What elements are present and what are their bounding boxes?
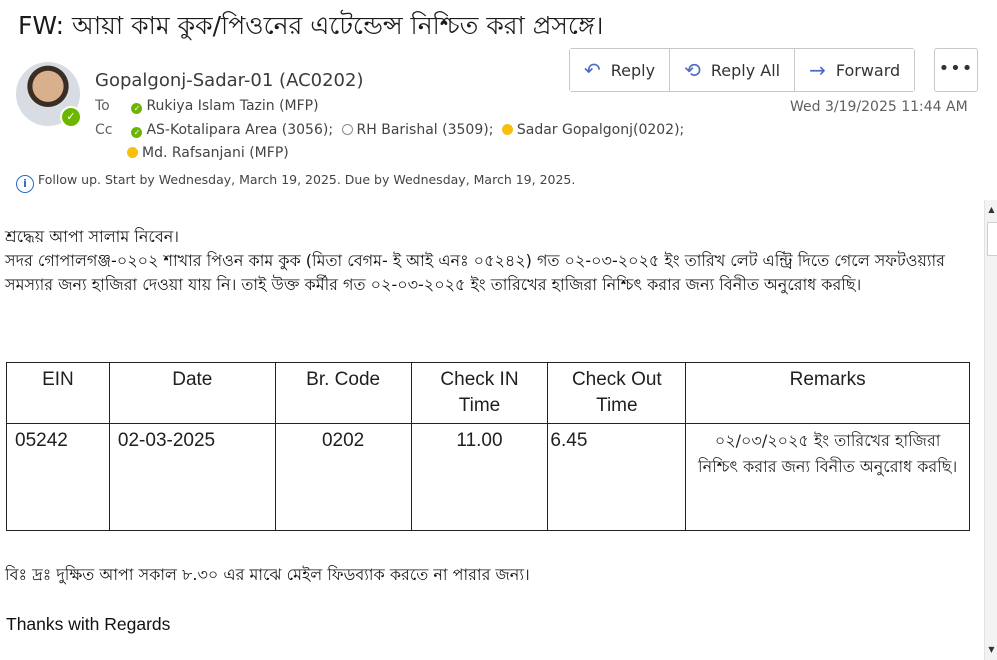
recipient-cc[interactable]: Md. Rafsanjani (MFP) [142,145,289,161]
closing: Thanks with Regards [6,614,171,634]
sender-name[interactable]: Gopalgonj-Sadar-01 (AC0202) [95,70,363,91]
cc-line-2: Md. Rafsanjani (MFP) [127,145,289,161]
reply-all-button[interactable]: ⟲ Reply All [670,49,796,91]
presence-available-icon: ✓ [131,103,143,114]
greeting: শ্রদ্ধেয় আপা সালাম নিবেন। [5,227,180,246]
reply-arrow-icon: ↶ [584,58,601,82]
header-remarks: Remarks [685,362,970,424]
cell-check-out: 6.45 [547,423,687,531]
vertical-scrollbar[interactable]: ▲ ▼ [984,200,997,660]
more-actions-button[interactable]: ••• [934,48,978,92]
header-date: Date [108,362,276,424]
message-body: শ্রদ্ধেয় আপা সালাম নিবেন। সদর গোপালগঞ্জ… [5,225,970,297]
table-header-row: EIN Date Br. Code Check IN Time Check Ou… [6,362,970,424]
cell-check-in: 11.00 [410,423,549,531]
presence-available-icon: ✓ [60,106,82,128]
presence-available-icon: ✓ [131,127,143,138]
followup-banner[interactable]: i Follow up. Start by Wednesday, March 19… [16,172,575,193]
header-ein: EIN [6,362,110,424]
postscript: বিঃ দ্রঃ দুক্ষিত আপা সকাল ৮.৩০ এর মাঝে ম… [5,565,530,584]
reply-all-label: Reply All [710,60,781,80]
recipient-cc[interactable]: RH Barishal (3509); [357,122,494,138]
recipient-to[interactable]: Rukiya Islam Tazin (MFP) [146,98,318,114]
email-subject: FW: আয়া কাম কুক/পিওনের এটেন্ডেন্স নিশ্চ… [18,11,604,40]
action-toolbar: ↶ Reply ⟲ Reply All → Forward [569,48,916,92]
info-icon: i [16,175,34,193]
followup-text: Follow up. Start by Wednesday, March 19,… [38,172,576,187]
cc-line: Cc ✓ AS-Kotalipara Area (3056); RH Barish… [95,122,684,138]
recipient-cc[interactable]: Sadar Gopalgonj(0202); [517,122,684,138]
forward-arrow-icon: → [809,58,826,82]
header-br-code: Br. Code [274,362,412,424]
presence-away-icon [501,124,513,135]
to-label: To [95,98,110,114]
to-line: To ✓ Rukiya Islam Tazin (MFP) [95,98,319,114]
cell-remarks: ০২/০৩/২০২৫ ইং তারিখের হাজিরা নিশ্চিৎ করা… [685,423,970,531]
reply-button[interactable]: ↶ Reply [570,49,671,91]
cc-label: Cc [95,122,113,138]
attendance-table: EIN Date Br. Code Check IN Time Check Ou… [6,362,970,531]
header-check-in: Check IN Time [410,362,549,424]
reply-all-arrow-icon: ⟲ [684,58,701,82]
body-paragraph: সদর গোপালগঞ্জ-০২০২ শাখার পিওন কাম কুক (ম… [5,251,945,294]
presence-offline-icon [341,124,353,135]
header-check-out: Check Out Time [547,362,687,424]
recipient-cc[interactable]: AS-Kotalipara Area (3056); [146,122,333,138]
table-row: 05242 02-03-2025 0202 11.00 6.45 ০২/০৩/২… [6,423,970,531]
cell-ein: 05242 [6,423,110,531]
presence-away-icon [127,147,138,158]
cell-date: 02-03-2025 [108,423,276,531]
sender-avatar[interactable]: ✓ [16,62,82,128]
scroll-down-icon[interactable]: ▼ [985,642,997,658]
sent-datetime: Wed 3/19/2025 11:44 AM [790,99,968,115]
scroll-up-icon[interactable]: ▲ [985,202,997,218]
reply-label: Reply [610,60,656,80]
cell-br-code: 0202 [274,423,412,531]
forward-label: Forward [835,60,901,80]
forward-button[interactable]: → Forward [795,49,915,91]
scrollbar-thumb[interactable] [987,222,997,256]
